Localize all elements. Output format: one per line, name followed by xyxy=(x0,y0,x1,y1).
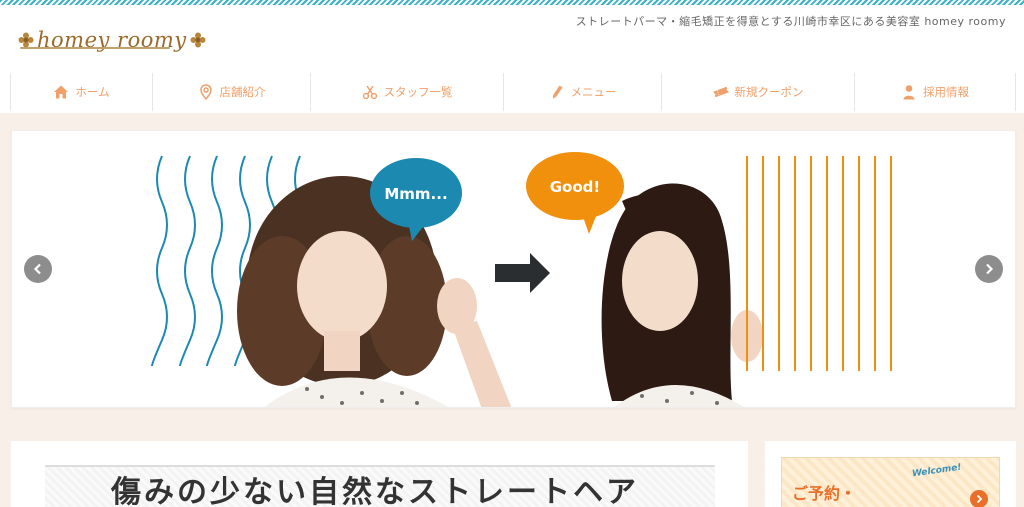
speech-bubble-after: Good! xyxy=(526,152,624,234)
bubble-text-after: Good! xyxy=(550,178,601,196)
nav-label: 採用情報 xyxy=(923,85,969,99)
nav-item-shop[interactable]: 店舗紹介 xyxy=(153,73,311,111)
model-photo-after xyxy=(601,183,763,407)
hero-slider[interactable]: Mmm... Good! xyxy=(11,130,1016,408)
arrow-right-icon xyxy=(495,253,550,293)
home-icon xyxy=(54,85,69,99)
straight-line-pattern xyxy=(746,156,892,371)
bubble-text-before: Mmm... xyxy=(384,185,447,203)
logo-underline xyxy=(20,47,170,49)
nav-item-staff[interactable]: スタッフ一覧 xyxy=(311,73,504,111)
nav-item-home[interactable]: ホーム xyxy=(10,73,153,111)
flower-icon xyxy=(190,32,206,48)
nav-label: 新規クーポン xyxy=(734,85,804,99)
page-headline: 傷みの少ない自然なストレートヘア xyxy=(111,475,639,507)
map-pin-icon xyxy=(199,84,212,100)
banner-text: ご予約・ xyxy=(792,484,857,503)
flower-icon xyxy=(18,32,34,48)
site-header: homey roomy ストレートパーマ・縮毛矯正を得意とする川崎市幸区にある美… xyxy=(0,5,1024,113)
model-photo-before xyxy=(237,176,512,407)
site-tagline: ストレートパーマ・縮毛矯正を得意とする川崎市幸区にある美容室 homey roo… xyxy=(575,15,1006,28)
chevron-right-icon xyxy=(976,494,983,504)
pencil-icon xyxy=(552,85,562,99)
nav-item-coupon[interactable]: 新規クーポン xyxy=(662,73,855,111)
nav-item-menu[interactable]: メニュー xyxy=(504,73,662,111)
nav-label: スタッフ一覧 xyxy=(383,85,453,99)
person-icon xyxy=(903,85,915,100)
chevron-right-icon xyxy=(986,263,994,275)
sidebar: ご予約・ Welcome! xyxy=(765,441,1016,507)
chevron-left-icon xyxy=(33,263,41,275)
scissors-icon xyxy=(362,85,377,100)
nav-label: 店舗紹介 xyxy=(219,85,266,99)
banner-welcome: Welcome! xyxy=(911,462,963,480)
nav-label: メニュー xyxy=(570,85,617,99)
ticket-icon xyxy=(712,86,729,98)
reservation-banner[interactable]: ご予約・ Welcome! xyxy=(781,457,1000,507)
main-nav: ホーム 店舗紹介 スタッフ一覧 メニュー 新規クーポン 採用情報 xyxy=(10,73,1016,111)
slider-next-button[interactable] xyxy=(975,255,1003,283)
banner-arrow-button[interactable] xyxy=(970,490,988,507)
slider-prev-button[interactable] xyxy=(24,255,52,283)
nav-label: ホーム xyxy=(75,85,110,99)
nav-item-recruit[interactable]: 採用情報 xyxy=(855,73,1016,111)
main-content: 傷みの少ない自然なストレートヘア xyxy=(11,441,748,507)
hero-illustration: Mmm... Good! xyxy=(151,152,892,407)
site-logo[interactable]: homey roomy xyxy=(18,25,206,55)
